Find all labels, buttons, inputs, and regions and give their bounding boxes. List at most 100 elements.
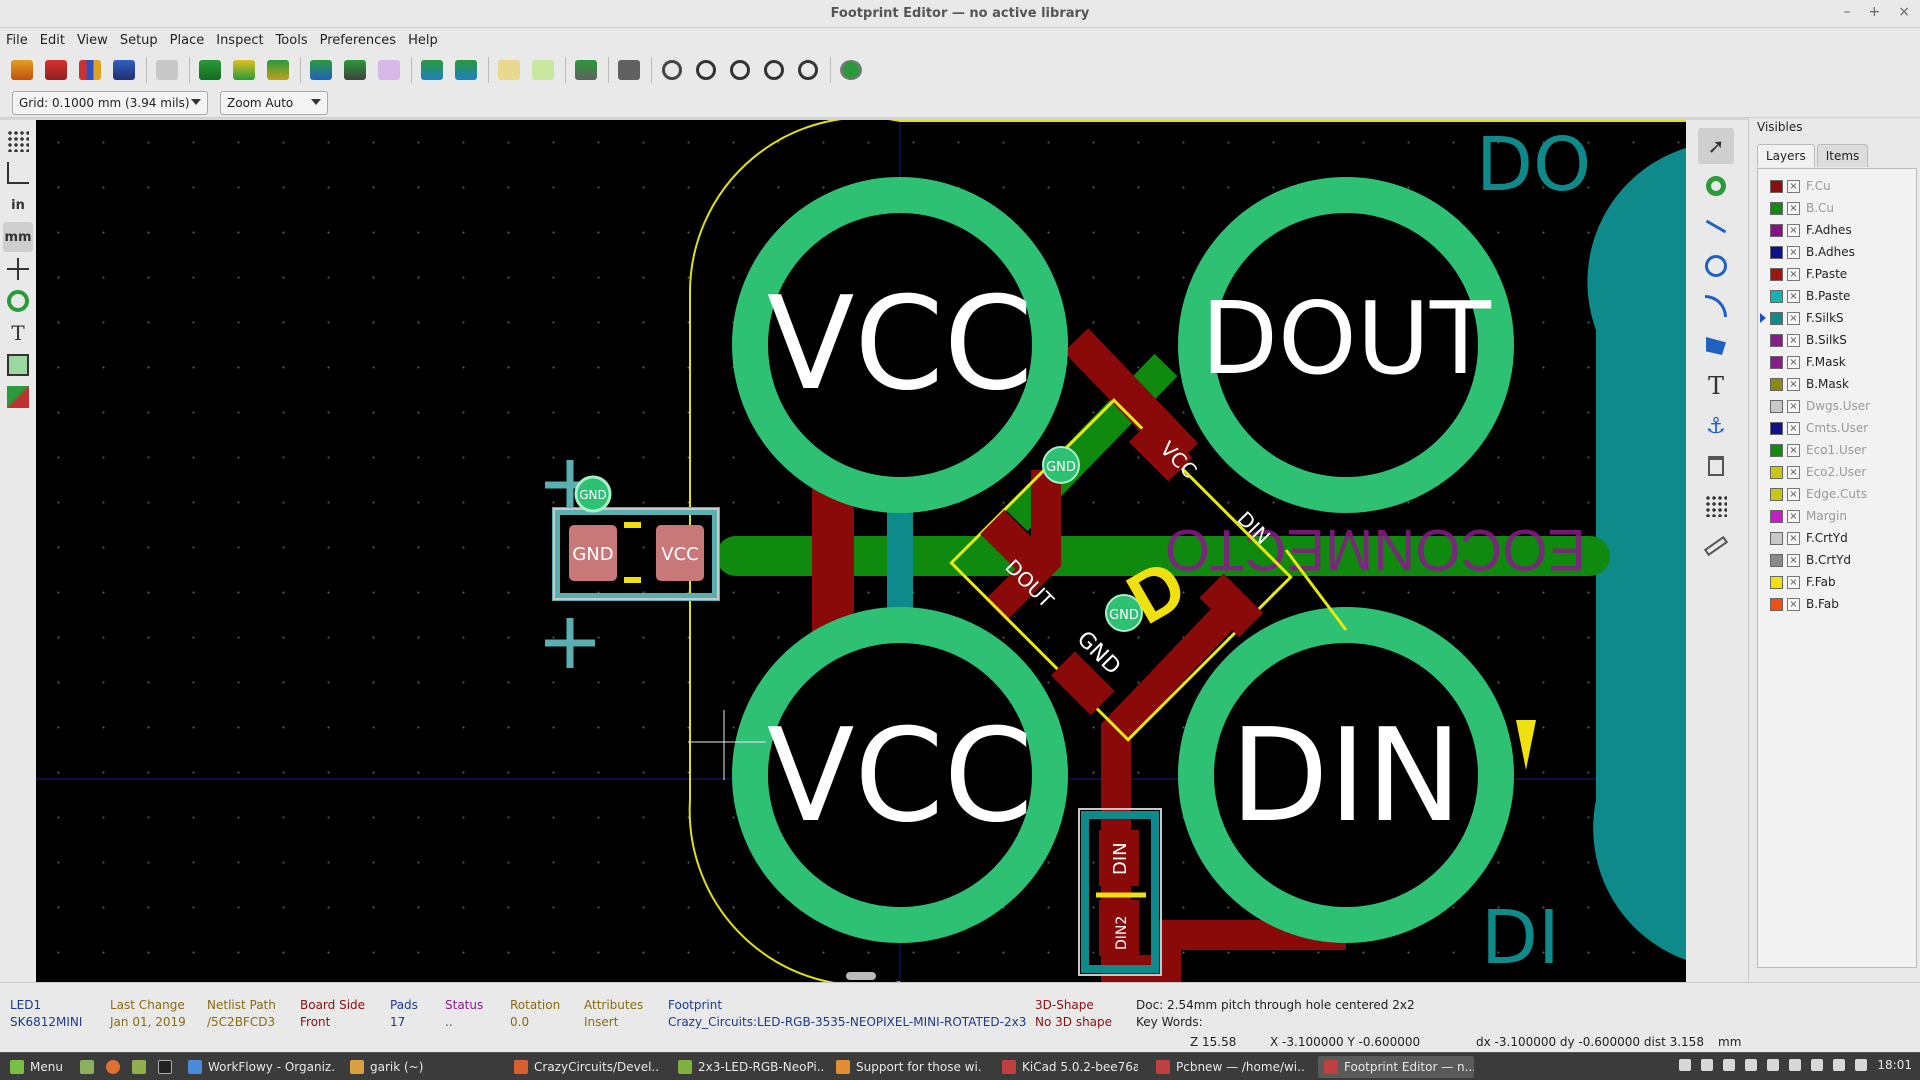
layer-visibility-checkbox[interactable]: × <box>1787 443 1800 457</box>
close-icon[interactable]: × <box>1898 4 1910 20</box>
layer-row[interactable]: × B.SilkS <box>1758 329 1916 351</box>
tab-items[interactable]: Items <box>1816 144 1869 167</box>
save-button[interactable] <box>76 56 104 84</box>
layer-color-swatch[interactable] <box>1770 443 1783 457</box>
menu-edit[interactable]: Edit <box>40 33 65 48</box>
layer-row[interactable]: × Edge.Cuts <box>1758 483 1916 505</box>
layer-visibility-checkbox[interactable]: × <box>1787 355 1800 369</box>
layer-row[interactable]: × B.Adhes <box>1758 241 1916 263</box>
layer-visibility-checkbox[interactable]: × <box>1787 311 1800 325</box>
layer-row[interactable]: × F.Paste <box>1758 263 1916 285</box>
place-anchor-button[interactable]: ⚓ <box>1698 408 1734 444</box>
browse-library-button[interactable] <box>110 56 138 84</box>
layer-row[interactable]: × B.Paste <box>1758 285 1916 307</box>
grid-select[interactable]: Grid: 0.1000 mm (3.94 mils) <box>12 90 208 115</box>
add-circle-button[interactable] <box>1698 248 1734 284</box>
grid-toggle-button[interactable] <box>3 126 33 156</box>
menu-tools[interactable]: Tools <box>276 33 308 48</box>
layer-color-swatch[interactable] <box>1770 509 1783 523</box>
layer-visibility-checkbox[interactable]: × <box>1787 267 1800 281</box>
zoom-selection-button[interactable] <box>794 56 822 84</box>
layer-visibility-checkbox[interactable]: × <box>1787 421 1800 435</box>
battery-icon[interactable] <box>1811 1059 1824 1071</box>
open-library-button[interactable] <box>42 56 70 84</box>
check-footprint-button[interactable] <box>837 56 865 84</box>
taskbar-window-button[interactable]: KiCad 5.0.2-bee76a0... <box>996 1056 1138 1078</box>
export-button[interactable] <box>418 56 446 84</box>
layer-row[interactable]: × B.CrtYd <box>1758 549 1916 571</box>
new-from-wizard-button[interactable] <box>230 56 258 84</box>
layer-row[interactable]: × Eco2.User <box>1758 461 1916 483</box>
undo-button[interactable] <box>495 56 523 84</box>
terminal-launcher[interactable] <box>152 1056 176 1078</box>
layer-visibility-checkbox[interactable]: × <box>1787 509 1800 523</box>
taskbar-window-button[interactable]: 2x3-LED-RGB-NeoPi... <box>672 1056 824 1078</box>
layer-row[interactable]: × F.CrtYd <box>1758 527 1916 549</box>
taskbar-window-button[interactable]: WorkFlowy - Organiz... <box>182 1056 334 1078</box>
delete-tool-button[interactable] <box>1698 448 1734 484</box>
print-button[interactable] <box>615 56 643 84</box>
redraw-button[interactable] <box>658 56 686 84</box>
layer-visibility-checkbox[interactable]: × <box>1787 245 1800 259</box>
measure-tool-button[interactable] <box>1698 528 1734 564</box>
zoom-fit-button[interactable] <box>760 56 788 84</box>
layer-color-swatch[interactable] <box>1770 245 1783 259</box>
units-inch-button[interactable]: in <box>3 190 33 220</box>
show-edges-button[interactable] <box>3 350 33 380</box>
layer-visibility-checkbox[interactable]: × <box>1787 575 1800 589</box>
add-arc-button[interactable] <box>1698 288 1734 324</box>
add-pad-button[interactable] <box>1698 168 1734 204</box>
layer-color-swatch[interactable] <box>1770 487 1783 501</box>
polar-coords-button[interactable] <box>3 158 33 188</box>
tab-layers[interactable]: Layers <box>1757 144 1815 167</box>
layer-row[interactable]: × Eco1.User <box>1758 439 1916 461</box>
firefox-launcher[interactable] <box>100 1056 124 1078</box>
layer-row[interactable]: × F.SilkS <box>1758 307 1916 329</box>
show-desktop-button[interactable] <box>74 1056 98 1078</box>
grid-origin-button[interactable] <box>1698 488 1734 524</box>
menu-help[interactable]: Help <box>408 33 438 48</box>
files-launcher[interactable] <box>126 1056 150 1078</box>
layer-color-swatch[interactable] <box>1770 377 1783 391</box>
layer-row[interactable]: × B.Cu <box>1758 197 1916 219</box>
network-icon[interactable] <box>1789 1059 1802 1071</box>
menu-file[interactable]: File <box>6 33 28 48</box>
layer-color-swatch[interactable] <box>1770 597 1783 611</box>
dropbox-icon[interactable] <box>1745 1059 1758 1071</box>
layer-row[interactable]: × F.Adhes <box>1758 219 1916 241</box>
settings-button[interactable] <box>572 56 600 84</box>
plus-button[interactable] <box>375 56 403 84</box>
layer-visibility-checkbox[interactable]: × <box>1787 289 1800 303</box>
zoom-out-button[interactable] <box>726 56 754 84</box>
insert-board-button[interactable] <box>307 56 335 84</box>
units-mm-button[interactable]: mm <box>3 222 33 252</box>
bluetooth-icon[interactable] <box>1723 1059 1736 1071</box>
taskbar-window-button[interactable]: CrazyCircuits/Devel... <box>508 1056 660 1078</box>
layer-color-swatch[interactable] <box>1770 399 1783 413</box>
taskbar-window-button[interactable]: Pcbnew — /home/wi... <box>1150 1056 1306 1078</box>
wifi-icon[interactable] <box>1833 1059 1846 1071</box>
layer-visibility-checkbox[interactable]: × <box>1787 597 1800 611</box>
properties-button[interactable] <box>196 56 224 84</box>
shield-icon[interactable] <box>1679 1059 1692 1071</box>
zoom-in-button[interactable] <box>692 56 720 84</box>
layer-visibility-checkbox[interactable]: × <box>1787 553 1800 567</box>
redo-button[interactable] <box>529 56 557 84</box>
layer-color-swatch[interactable] <box>1770 223 1783 237</box>
new-footprint-button[interactable] <box>8 56 36 84</box>
menu-setup[interactable]: Setup <box>120 33 158 48</box>
layer-visibility-checkbox[interactable]: × <box>1787 179 1800 193</box>
select-tool-button[interactable]: ➚ <box>1698 128 1734 164</box>
layer-row[interactable]: × F.Fab <box>1758 571 1916 593</box>
layer-visibility-checkbox[interactable]: × <box>1787 223 1800 237</box>
start-menu-button[interactable]: Menu <box>4 1056 70 1078</box>
taskbar-window-button[interactable]: garik (~) <box>344 1056 496 1078</box>
menu-preferences[interactable]: Preferences <box>320 33 396 48</box>
updates-icon[interactable] <box>1767 1059 1780 1071</box>
menu-place[interactable]: Place <box>170 33 205 48</box>
layer-color-swatch[interactable] <box>1770 333 1783 347</box>
zoom-select[interactable]: Zoom Auto <box>220 90 328 115</box>
delete-button[interactable] <box>153 56 181 84</box>
layer-visibility-checkbox[interactable]: × <box>1787 487 1800 501</box>
layer-color-swatch[interactable] <box>1770 465 1783 479</box>
